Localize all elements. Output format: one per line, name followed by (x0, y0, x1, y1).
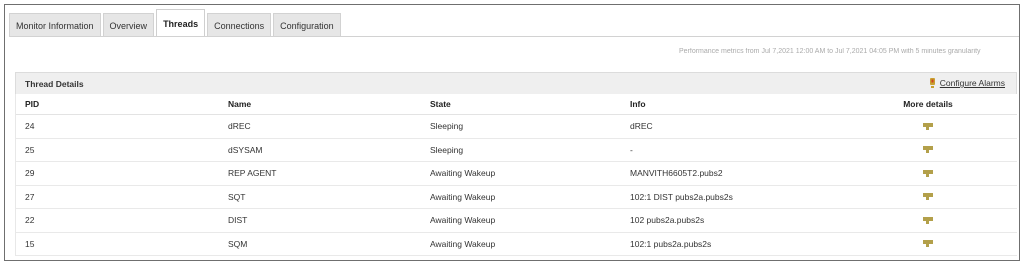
table-row: 27 SQT Awaiting Wakeup 102:1 DIST pubs2a… (16, 186, 1017, 209)
pid-cell: 22 (25, 215, 35, 226)
tab-overview[interactable]: Overview (102, 13, 155, 37)
table-row: 24 dREC Sleeping dREC (16, 115, 1017, 139)
table-row: 22 DIST Awaiting Wakeup 102 pubs2a.pubs2… (16, 209, 1017, 233)
pid-cell: 24 (25, 121, 35, 132)
name-cell: DIST (228, 215, 248, 226)
info-cell: 102:1 pubs2a.pubs2s (630, 238, 712, 249)
name-cell: REP AGENT (228, 168, 277, 179)
pid-cell: 27 (25, 191, 35, 202)
thread-table: PID Name State Info More details 24 dREC… (15, 94, 1017, 256)
configure-alarms[interactable]: Configure Alarms (929, 78, 1005, 88)
state-cell: Awaiting Wakeup (430, 215, 496, 226)
details-icon[interactable] (923, 169, 933, 177)
table-row: 25 dSYSAM Sleeping - (16, 139, 1017, 162)
table-header-row: PID Name State Info More details (16, 94, 1017, 115)
info-cell: dREC (630, 121, 653, 132)
more-details-cell (878, 233, 978, 256)
state-cell: Awaiting Wakeup (430, 238, 496, 249)
details-icon[interactable] (923, 146, 933, 154)
state-cell: Awaiting Wakeup (430, 191, 496, 202)
info-cell: 102:1 DIST pubs2a.pubs2s (630, 191, 733, 202)
bell-icon (929, 78, 936, 88)
more-details-cell (878, 162, 978, 185)
tab-configuration[interactable]: Configuration (273, 13, 341, 37)
state-cell: Sleeping (430, 144, 464, 155)
performance-metrics-text: Performance metrics from Jul 7,2021 12:0… (679, 48, 981, 55)
info-cell: 102 pubs2a.pubs2s (630, 215, 705, 226)
name-cell: SQT (228, 191, 246, 202)
more-details-cell (878, 209, 978, 232)
more-details-cell (878, 186, 978, 209)
panel-title: Thread Details (25, 79, 84, 89)
tab-connections[interactable]: Connections (207, 13, 272, 37)
pid-cell: 25 (25, 144, 35, 155)
configure-alarms-link[interactable]: Configure Alarms (940, 78, 1005, 88)
name-cell: dREC (228, 121, 251, 132)
info-cell: - (630, 144, 633, 155)
thread-details-header: Thread Details Configure Alarms (15, 72, 1017, 94)
column-header-state[interactable]: State (430, 94, 451, 114)
pid-cell: 29 (25, 168, 35, 179)
table-row: 29 REP AGENT Awaiting Wakeup MANVITH6605… (16, 162, 1017, 186)
details-icon[interactable] (923, 240, 933, 248)
state-cell: Sleeping (430, 121, 464, 132)
column-header-name[interactable]: Name (228, 94, 251, 114)
column-header-more-details: More details (903, 99, 953, 109)
details-icon[interactable] (923, 193, 933, 201)
column-header-info[interactable]: Info (630, 94, 646, 114)
name-cell: SQM (228, 238, 248, 249)
name-cell: dSYSAM (228, 144, 263, 155)
tab-divider (9, 36, 1019, 37)
monitor-window: Monitor Information Overview Threads Con… (4, 4, 1020, 261)
info-cell: MANVITH6605T2.pubs2 (630, 168, 723, 179)
tab-bar: Monitor Information Overview Threads Con… (9, 9, 1019, 37)
details-icon[interactable] (923, 216, 933, 224)
more-details-cell (878, 139, 978, 162)
column-header-pid[interactable]: PID (25, 94, 39, 114)
pid-cell: 15 (25, 238, 35, 249)
table-row: 15 SQM Awaiting Wakeup 102:1 pubs2a.pubs… (16, 233, 1017, 256)
tab-monitor-information[interactable]: Monitor Information (9, 13, 101, 37)
details-icon[interactable] (923, 122, 933, 130)
tab-threads[interactable]: Threads (156, 9, 206, 37)
state-cell: Awaiting Wakeup (430, 168, 496, 179)
more-details-cell (878, 115, 978, 138)
